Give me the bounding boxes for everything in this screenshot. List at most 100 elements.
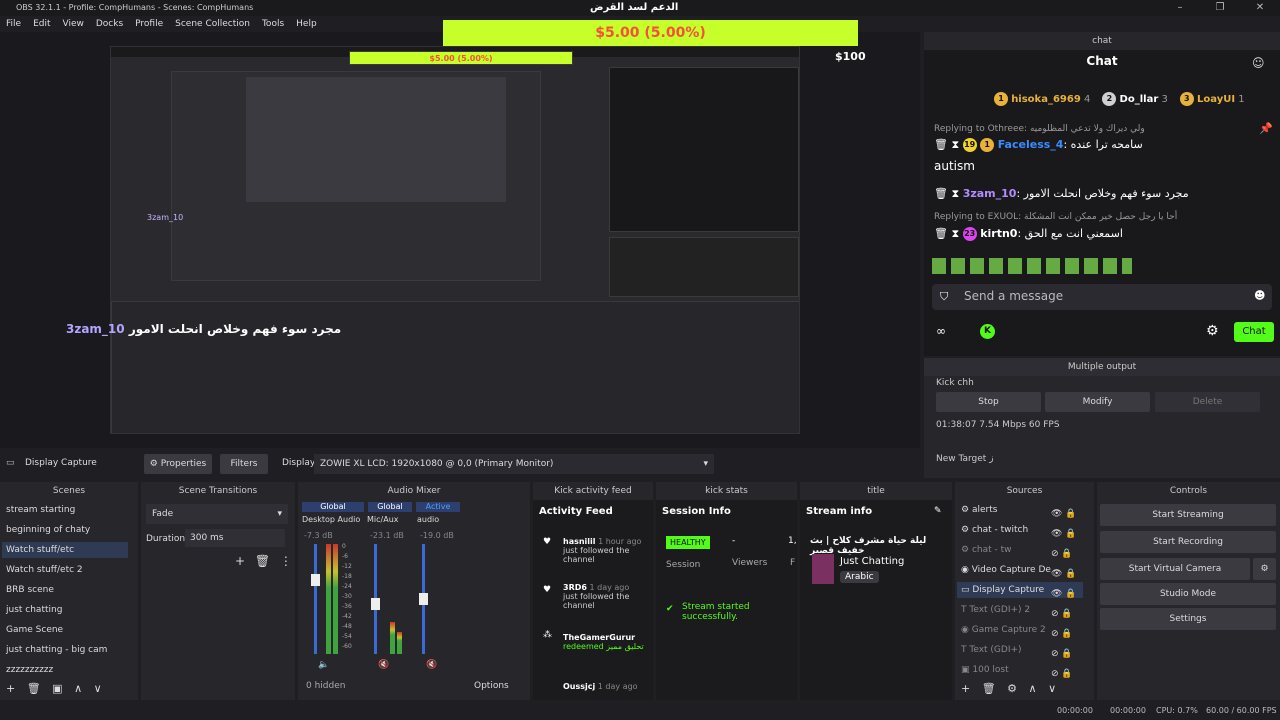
options-button[interactable]: Options <box>474 681 509 691</box>
preview-canvas[interactable]: $5.00 (5.00%) 3zam_10 <box>110 46 800 434</box>
duration-input[interactable]: 300 ms <box>185 529 285 547</box>
activity-title: Kick activity feed <box>533 482 653 500</box>
leader-2: 2 Do_llar 3 <box>1102 92 1168 106</box>
heart-icon: ♥ <box>543 537 552 547</box>
kick-icon[interactable]: K <box>980 324 995 339</box>
mixer-tab[interactable]: Global <box>302 502 364 512</box>
leaderboard: 1 hisoka_6969 4 2 Do_llar 3 3 LoayUI 1 <box>994 92 1274 106</box>
nested-goal-bar: $5.00 (5.00%) <box>349 51 573 65</box>
chat-dock-title: chat <box>924 32 1280 50</box>
volume-handle[interactable] <box>371 598 380 610</box>
stream-info-dock: title Stream info ✎ ليلة حياة مشرف كلاح … <box>800 482 952 700</box>
gear-icon[interactable]: ⚙ <box>1206 323 1219 339</box>
goal-title: الدعم لسد القرض <box>590 2 679 13</box>
chat-user[interactable]: kirtn0 <box>980 227 1017 240</box>
modify-button[interactable]: Modify <box>1045 392 1150 412</box>
leader-name: hisoka_6969 <box>1011 94 1081 105</box>
transition-value: Fade <box>152 509 174 519</box>
start-virtual-camera-button[interactable]: Start Virtual Camera <box>1100 558 1250 580</box>
filters-label: Filters <box>230 459 258 469</box>
menu-scene-collection[interactable]: Scene Collection <box>175 16 250 32</box>
scene-item[interactable]: beginning of chaty <box>6 525 90 535</box>
chat-user[interactable]: 3zam_10 <box>963 187 1017 200</box>
muted-icon[interactable]: 🔇 <box>426 660 437 670</box>
channel-name: Mic/Aux <box>367 515 399 524</box>
level-meter <box>390 622 395 654</box>
menu-edit[interactable]: Edit <box>33 16 50 32</box>
chat-send-button[interactable]: Chat <box>1234 322 1274 342</box>
source-actions[interactable]: + 🗑 ⚙ ∧ ∨ <box>961 682 1056 695</box>
leader-score: 1 <box>1238 94 1245 105</box>
settings-button[interactable]: Settings <box>1100 608 1276 630</box>
stat-value: 1, <box>788 536 797 546</box>
menu-file[interactable]: File <box>6 16 21 32</box>
speaker-icon[interactable]: 🔈 <box>318 660 329 670</box>
activity-item: hasnilil 1 hour ago just followed the cha… <box>563 537 642 564</box>
menu-view[interactable]: View <box>63 16 84 32</box>
message-input[interactable]: ⛉ Send a message ☻ <box>932 284 1272 310</box>
points-icon[interactable]: ∞ <box>936 324 946 338</box>
overlay-message: مجرد سوء فهم وخلاص انحلت الامور <box>128 322 342 336</box>
scene-item[interactable]: BRB scene <box>6 585 54 595</box>
display-select[interactable]: ZOWIE XL LCD: 1920x1080 @ 0,0 (Primary M… <box>314 454 714 474</box>
scene-item[interactable]: just chatting <box>6 605 62 615</box>
duration-label: Duration <box>146 534 186 544</box>
viewers-label: Viewers <box>732 558 768 568</box>
mixer-tab[interactable]: Active <box>416 502 460 512</box>
goal-amount: $5.00 (5.00%) <box>595 25 706 41</box>
pin-icon[interactable]: 📌 <box>1259 122 1273 135</box>
leader-score: 4 <box>1083 94 1091 105</box>
channel-db: -7.3 dB <box>304 531 333 540</box>
emoji-icon[interactable]: ☻ <box>1254 289 1265 302</box>
rank-badge: 2 <box>1102 92 1117 106</box>
delete-button[interactable]: Delete <box>1155 392 1260 412</box>
menu-docks[interactable]: Docks <box>96 16 123 32</box>
mixer-tab[interactable]: Global <box>368 502 412 512</box>
activity-header: Activity Feed <box>539 506 613 517</box>
emote-row[interactable] <box>932 258 1132 274</box>
chevron-down-icon: ▾ <box>277 509 282 519</box>
edit-icon[interactable]: ✎ <box>934 506 942 516</box>
properties-button[interactable]: ⚙ Properties <box>144 454 212 474</box>
level-meter <box>333 544 338 654</box>
menu-profile[interactable]: Profile <box>135 16 163 32</box>
language-tag: Arabic <box>840 571 879 583</box>
scene-item[interactable]: zzzzzzzzzz <box>6 665 53 675</box>
muted-icon[interactable]: 🔇 <box>378 660 389 670</box>
scene-actions[interactable]: + 🗑 ▣ ∧ ∨ <box>6 682 102 695</box>
transition-actions[interactable]: + 🗑 ⋮ <box>235 554 292 568</box>
volume-slider[interactable] <box>314 544 317 654</box>
display-label: Display <box>282 458 316 468</box>
activity-item: TheGamerGurur redeemed تحليق مميز <box>563 633 644 651</box>
scene-item[interactable]: Watch stuff/etc 2 <box>6 565 83 575</box>
minimize-icon[interactable]: – <box>1160 0 1200 16</box>
filters-button[interactable]: Filters <box>220 454 268 474</box>
multiple-output-title: Multiple output <box>924 358 1280 376</box>
channel-db: -23.1 dB <box>370 531 404 540</box>
session-header: Session Info <box>662 506 731 517</box>
menu-help[interactable]: Help <box>296 16 317 32</box>
chat-dock: chat Chat ☺ 1 hisoka_6969 4 2 Do_llar 3 … <box>924 32 1280 356</box>
virtual-camera-gear-icon[interactable]: ⚙ <box>1253 558 1276 580</box>
start-recording-button[interactable]: Start Recording <box>1100 531 1276 553</box>
overlay-user: 3zam_10 <box>66 322 125 336</box>
chat-user[interactable]: Faceless_4 <box>998 138 1064 151</box>
volume-handle[interactable] <box>311 574 320 586</box>
close-icon[interactable]: ✕ <box>1240 0 1280 16</box>
studio-mode-button[interactable]: Studio Mode <box>1100 583 1276 605</box>
stop-button[interactable]: Stop <box>936 392 1041 412</box>
transition-select[interactable]: Fade ▾ <box>146 504 288 524</box>
maximize-icon[interactable]: ❐ <box>1200 0 1240 16</box>
menu-tools[interactable]: Tools <box>262 16 284 32</box>
source-toolbar: ▭ Display Capture ⚙ Properties Filters D… <box>0 452 920 476</box>
scene-item[interactable]: Game Scene <box>6 625 63 635</box>
scene-item-selected[interactable]: Watch stuff/etc <box>2 542 128 558</box>
session-label: Session <box>666 560 701 570</box>
start-streaming-button[interactable]: Start Streaming <box>1100 504 1276 526</box>
volume-handle[interactable] <box>419 593 428 605</box>
scene-item[interactable]: just chatting - big cam <box>6 645 107 655</box>
users-icon[interactable]: ☺ <box>1252 56 1265 70</box>
streaminfo-title: title <box>800 482 952 500</box>
visibility-icons[interactable]: 👁 🔒 👁 🔒 ⊘ 🔒 👁 🔒 👁 🔒 ⊘ 🔒 ⊘ 🔒 ⊘ 🔒 ⊘ 🔒 <box>1051 504 1077 684</box>
scene-item[interactable]: stream starting <box>6 505 75 515</box>
